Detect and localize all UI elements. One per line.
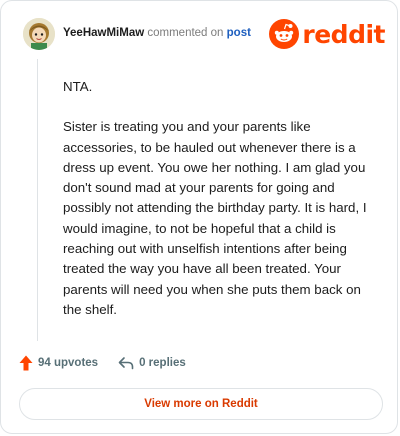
comment-header: YeeHawMiMaw commented on post reddit — [19, 15, 385, 53]
comment-meta: YeeHawMiMaw commented on post — [63, 27, 251, 39]
comment-body: NTA. Sister is treating you and your par… — [63, 77, 381, 340]
avatar-icon — [23, 18, 55, 50]
replies-button[interactable]: 0 replies — [118, 356, 186, 370]
replies-count: 0 replies — [139, 357, 186, 369]
thread-line — [37, 59, 38, 341]
upvote-count: 94 upvotes — [38, 357, 99, 369]
view-more-button[interactable]: View more on Reddit — [19, 388, 383, 420]
comment-paragraph: Sister is treating you and your parents … — [63, 119, 367, 317]
upvote-button[interactable]: 94 upvotes — [19, 355, 98, 371]
reddit-snoo-icon — [269, 19, 300, 49]
reply-arrow-icon — [118, 357, 134, 370]
comment-paragraph: NTA. — [63, 79, 93, 94]
comment-actions: 94 upvotes 0 replies — [19, 353, 186, 373]
reddit-wordmark: reddit — [302, 19, 385, 49]
user-avatar[interactable] — [23, 18, 55, 50]
post-link[interactable]: post — [227, 27, 251, 39]
reddit-logo[interactable]: reddit — [269, 17, 385, 51]
upvote-arrow-icon — [19, 355, 33, 371]
commented-on-text: commented on — [147, 27, 224, 39]
embedded-comment-card: YeeHawMiMaw commented on post reddit NTA… — [0, 0, 398, 434]
username-link[interactable]: YeeHawMiMaw — [63, 27, 144, 39]
